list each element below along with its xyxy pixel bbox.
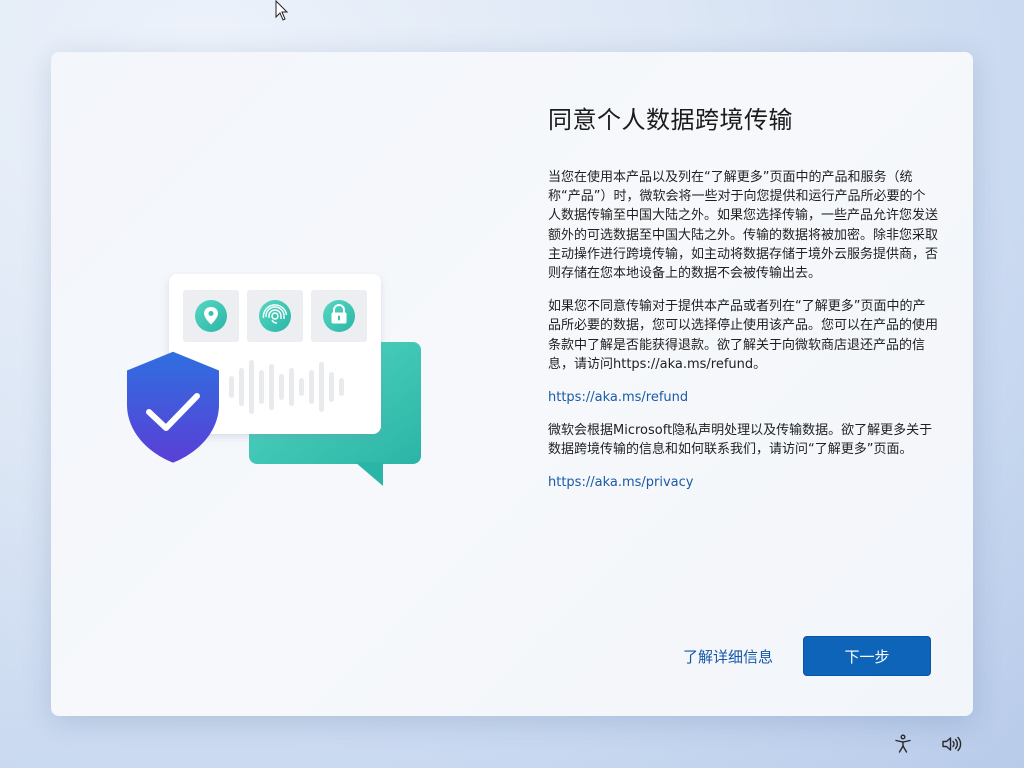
volume-icon[interactable] — [940, 733, 962, 755]
shield-check-icon — [127, 351, 219, 463]
learn-more-link[interactable]: 了解详细信息 — [683, 646, 773, 667]
privacy-link[interactable]: https://aka.ms/privacy — [548, 473, 938, 492]
page-title: 同意个人数据跨境传输 — [548, 106, 793, 134]
lock-icon — [323, 300, 355, 332]
setup-dialog: 同意个人数据跨境传输 当您在使用本产品以及列在“了解更多”页面中的产品和服务（统… — [51, 52, 973, 716]
next-button[interactable]: 下一步 — [803, 636, 931, 676]
mouse-pointer-icon — [275, 0, 289, 21]
fingerprint-icon — [259, 300, 291, 332]
transfer-description: 当您在使用本产品以及列在“了解更多”页面中的产品和服务（统称“产品”）时，微软会… — [548, 170, 939, 282]
refund-description: 如果您不同意传输对于提供本产品或者列在“了解更多”页面中的产品所必要的数据，您可… — [548, 299, 939, 372]
accessibility-icon[interactable] — [892, 733, 914, 755]
privacy-description: 微软会根据Microsoft隐私声明处理以及传输数据。欲了解更多关于数据跨境传输… — [548, 423, 933, 458]
refund-link[interactable]: https://aka.ms/refund — [548, 388, 938, 407]
privacy-illustration — [127, 274, 421, 486]
content-panel: 同意个人数据跨境传输 当您在使用本产品以及列在“了解更多”页面中的产品和服务（统… — [548, 102, 938, 506]
location-pin-icon — [195, 300, 227, 332]
